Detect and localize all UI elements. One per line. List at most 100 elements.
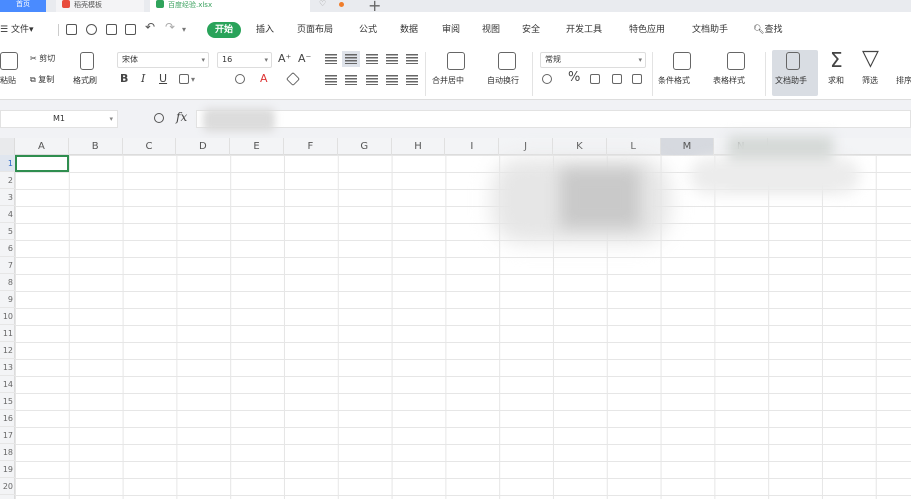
search-button[interactable]: 🔍︎查找 bbox=[753, 23, 782, 37]
table-style-icon[interactable] bbox=[727, 52, 745, 70]
tab-security[interactable]: 安全 bbox=[522, 23, 540, 37]
number-format-select[interactable]: 常规 ▾ bbox=[540, 52, 646, 68]
insert-function-button[interactable]: fx bbox=[176, 110, 187, 124]
sort-button[interactable]: 排序 bbox=[896, 76, 911, 86]
spreadsheet-grid[interactable]: ABCDEFGHIJKLMN 1234567891011121314151617… bbox=[0, 136, 911, 499]
zoom-icon[interactable] bbox=[154, 113, 164, 123]
row-label-1[interactable]: 1 bbox=[0, 155, 15, 172]
font-name-select[interactable]: 宋体 ▾ bbox=[117, 52, 209, 68]
shrink-font-button[interactable]: A⁻ bbox=[298, 53, 311, 65]
wrap-text-button[interactable]: 自动换行 bbox=[487, 76, 519, 86]
doc-helper-button[interactable]: 文档助手 bbox=[775, 76, 807, 86]
row-label-17[interactable]: 17 bbox=[0, 427, 15, 444]
cell-area[interactable] bbox=[15, 155, 911, 499]
redo-icon[interactable]: ↷ bbox=[165, 20, 175, 34]
cut-button[interactable]: ✂ 剪切 bbox=[30, 54, 55, 64]
file-menu[interactable]: ☰ 文件▾ bbox=[0, 23, 34, 37]
row-label-3[interactable]: 3 bbox=[0, 189, 15, 206]
decrease-decimal-icon[interactable] bbox=[632, 74, 642, 84]
row-label-19[interactable]: 19 bbox=[0, 461, 15, 478]
column-label-i[interactable]: I bbox=[445, 138, 500, 155]
print-preview-icon[interactable] bbox=[125, 24, 136, 35]
conditional-format-button[interactable]: 条件格式 bbox=[658, 76, 690, 86]
wrap-text-icon[interactable] bbox=[498, 52, 516, 70]
underline-button[interactable]: U bbox=[159, 73, 167, 85]
sum-icon[interactable]: Σ bbox=[830, 50, 843, 70]
paste-button[interactable]: 粘贴 bbox=[0, 76, 16, 86]
row-label-11[interactable]: 11 bbox=[0, 325, 15, 342]
justify-icon[interactable] bbox=[386, 75, 398, 85]
font-size-select[interactable]: 16 ▾ bbox=[217, 52, 272, 68]
chevron-down-icon[interactable]: ▾ bbox=[191, 75, 195, 85]
column-label-b[interactable]: B bbox=[69, 138, 123, 155]
column-label-h[interactable]: H bbox=[392, 138, 446, 155]
column-label-d[interactable]: D bbox=[176, 138, 231, 155]
export-pdf-icon[interactable] bbox=[86, 24, 97, 35]
row-label-15[interactable]: 15 bbox=[0, 393, 15, 410]
filter-button[interactable]: 筛选 bbox=[862, 76, 878, 86]
tab-special-apps[interactable]: 特色应用 bbox=[629, 23, 665, 37]
formula-input[interactable] bbox=[196, 110, 911, 128]
tab-doc-helper[interactable]: 文档助手 bbox=[692, 23, 728, 37]
tab-start[interactable]: 开始 bbox=[207, 22, 242, 38]
currency-icon[interactable] bbox=[542, 74, 552, 84]
align-bottom-icon[interactable] bbox=[366, 54, 378, 64]
active-cell[interactable] bbox=[15, 155, 69, 172]
conditional-format-icon[interactable] bbox=[673, 52, 691, 70]
percent-button[interactable]: % bbox=[568, 71, 580, 84]
table-style-button[interactable]: 表格样式 bbox=[713, 76, 745, 86]
grow-font-button[interactable]: A⁺ bbox=[278, 53, 291, 65]
align-top-icon[interactable] bbox=[325, 54, 337, 64]
bold-button[interactable]: B bbox=[120, 73, 128, 85]
pin-icon[interactable]: ♡ bbox=[319, 0, 327, 8]
align-middle-icon[interactable] bbox=[342, 51, 360, 67]
fill-color-icon[interactable] bbox=[235, 74, 245, 84]
align-right-icon[interactable] bbox=[366, 75, 378, 85]
tab-view[interactable]: 视图 bbox=[482, 23, 500, 37]
column-label-m[interactable]: M bbox=[660, 138, 715, 155]
column-label-c[interactable]: C bbox=[123, 138, 177, 155]
row-label-16[interactable]: 16 bbox=[0, 410, 15, 427]
row-label-2[interactable]: 2 bbox=[0, 172, 15, 189]
merge-center-icon[interactable] bbox=[447, 52, 465, 70]
row-label-12[interactable]: 12 bbox=[0, 342, 15, 359]
document-icon[interactable] bbox=[786, 52, 800, 70]
format-painter-button[interactable]: 格式刷 bbox=[73, 76, 97, 86]
paste-icon[interactable] bbox=[0, 52, 18, 70]
row-label-14[interactable]: 14 bbox=[0, 376, 15, 393]
tab-page-layout[interactable]: 页面布局 bbox=[297, 23, 333, 37]
column-label-e[interactable]: E bbox=[230, 138, 284, 155]
row-label-20[interactable]: 20 bbox=[0, 478, 15, 495]
row-label-8[interactable]: 8 bbox=[0, 274, 15, 291]
tab-developer[interactable]: 开发工具 bbox=[566, 23, 602, 37]
tab-insert[interactable]: 插入 bbox=[256, 23, 274, 37]
indent-increase-icon[interactable] bbox=[406, 54, 418, 64]
row-label-6[interactable]: 6 bbox=[0, 240, 15, 257]
sum-button[interactable]: 求和 bbox=[828, 76, 844, 86]
row-label-10[interactable]: 10 bbox=[0, 308, 15, 325]
print-icon[interactable] bbox=[106, 24, 117, 35]
select-all-corner[interactable] bbox=[0, 138, 15, 155]
quick-access-chevron-icon[interactable]: ▾ bbox=[182, 23, 186, 37]
name-box[interactable]: M1 ▾ bbox=[0, 110, 118, 128]
undo-icon[interactable]: ↶ bbox=[145, 20, 155, 34]
filter-icon[interactable]: ▽ bbox=[862, 48, 879, 70]
column-label-j[interactable]: J bbox=[499, 138, 553, 155]
italic-button[interactable]: I bbox=[141, 73, 145, 85]
clear-format-icon[interactable] bbox=[285, 71, 301, 87]
row-label-4[interactable]: 4 bbox=[0, 206, 15, 223]
align-center-icon[interactable] bbox=[345, 75, 357, 85]
row-label-18[interactable]: 18 bbox=[0, 444, 15, 461]
row-label-13[interactable]: 13 bbox=[0, 359, 15, 376]
font-color-icon[interactable]: A bbox=[260, 73, 268, 85]
column-label-g[interactable]: G bbox=[338, 138, 392, 155]
tab-document[interactable]: 百度经验.xlsx bbox=[150, 0, 310, 12]
border-icon[interactable] bbox=[179, 74, 189, 84]
indent-decrease-icon[interactable] bbox=[386, 54, 398, 64]
distributed-align-icon[interactable] bbox=[406, 75, 418, 85]
row-label-5[interactable]: 5 bbox=[0, 223, 15, 240]
increase-decimal-icon[interactable] bbox=[612, 74, 622, 84]
row-label-9[interactable]: 9 bbox=[0, 291, 15, 308]
merge-center-button[interactable]: 合并居中 bbox=[432, 76, 464, 86]
tab-review[interactable]: 审阅 bbox=[442, 23, 460, 37]
